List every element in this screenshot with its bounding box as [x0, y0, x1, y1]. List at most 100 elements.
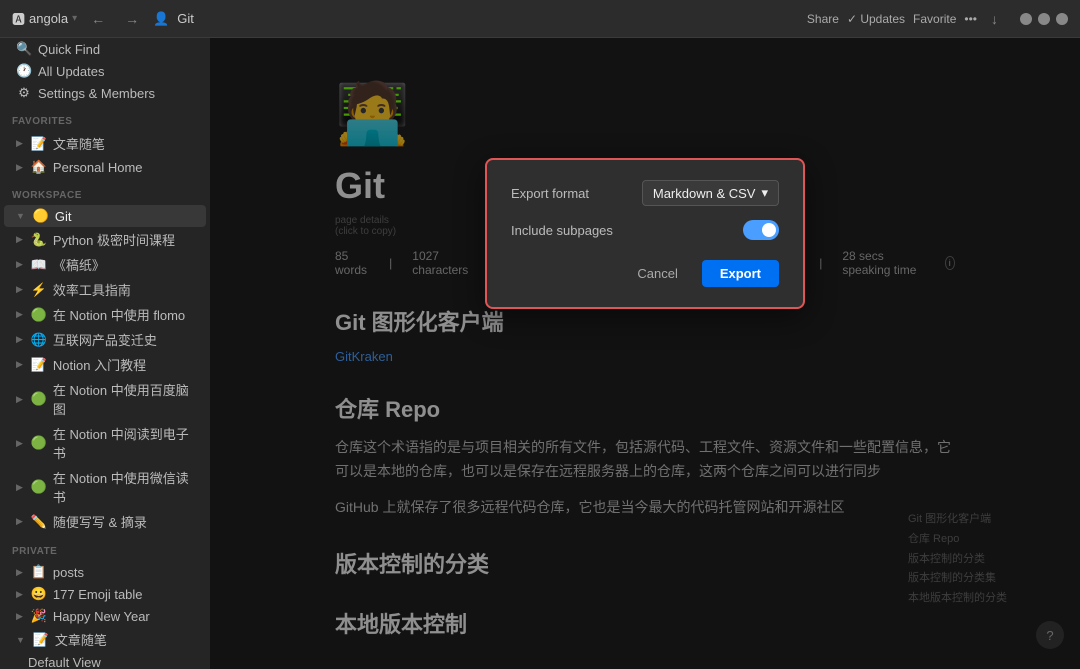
- sidebar-item-emoji[interactable]: ▶ 😀 177 Emoji table: [4, 583, 206, 605]
- favorite-button[interactable]: Favorite: [913, 12, 956, 26]
- favorites-section-label: FAVORITES: [0, 104, 210, 131]
- include-subpages-toggle[interactable]: [743, 220, 779, 240]
- search-icon: 🔍: [16, 41, 32, 57]
- sidebar-item-all-updates[interactable]: 🕐 All Updates: [4, 60, 206, 82]
- quick-find-label: Quick Find: [38, 42, 100, 57]
- arrow-icon: ▶: [16, 284, 23, 295]
- priv-item-1-label: 177 Emoji table: [53, 587, 143, 602]
- chevron-icon: ▾: [72, 13, 77, 24]
- dialog-actions: Cancel Export: [511, 260, 779, 287]
- user-menu[interactable]: 🅰 angola ▾: [12, 9, 77, 28]
- chevron-down-icon: ▾: [761, 185, 768, 201]
- sidebar-item-ebook[interactable]: ▶ 🟢 在 Notion 中阅读到电子书: [4, 421, 206, 465]
- export-button[interactable]: Export: [702, 260, 779, 287]
- sidebar-item-gaosu[interactable]: ▶ 📖 《稿纸》: [4, 252, 206, 277]
- arrow-icon: ▶: [16, 162, 23, 173]
- settings-label: Settings & Members: [38, 86, 155, 101]
- close-button[interactable]: [1056, 13, 1068, 25]
- ws-item-8-label: 在 Notion 中阅读到电子书: [53, 424, 194, 462]
- settings-icon: ⚙: [16, 85, 32, 101]
- arrow-icon: ▶: [16, 359, 23, 370]
- arrow-icon: ▶: [16, 482, 23, 493]
- sidebar-item-wechat-read[interactable]: ▶ 🟢 在 Notion 中使用微信读书: [4, 465, 206, 509]
- arrow-icon: ▶: [16, 589, 23, 600]
- forward-button[interactable]: →: [119, 9, 145, 29]
- content-area: 🧑‍💻 Git page details (click to copy) 85 …: [210, 38, 1080, 669]
- export-dialog: Export format Markdown & CSV ▾ Include s…: [485, 158, 805, 309]
- fav-item-0-label: 文章随笔: [53, 134, 105, 153]
- web-icon: 🌐: [31, 332, 47, 348]
- sidebar-item-python[interactable]: ▶ 🐍 Python 极密时间课程: [4, 227, 206, 252]
- sub-item-0-label: Default View: [28, 655, 101, 669]
- notion2-icon: 🟢: [31, 391, 47, 407]
- ws-item-10-label: 随便写写 & 摘录: [53, 512, 147, 531]
- user-avatar: 🅰: [12, 9, 25, 28]
- sidebar-item-personal-home-fav[interactable]: ▶ 🏠 Personal Home: [4, 156, 206, 178]
- arrow-down-icon: ▼: [16, 635, 25, 645]
- arrow-icon: ▶: [16, 611, 23, 622]
- arrow-icon: ▶: [16, 516, 23, 527]
- back-button[interactable]: ←: [85, 9, 111, 29]
- ws-item-6-label: Notion 入门教程: [53, 355, 146, 374]
- app-body: 🔍 Quick Find 🕐 All Updates ⚙ Settings & …: [0, 38, 1080, 669]
- arrow-icon: ▶: [16, 259, 23, 270]
- notion3-icon: 🟢: [31, 435, 47, 451]
- pencil-icon: ✏️: [31, 514, 47, 530]
- sidebar-item-wenzuibi-priv[interactable]: ▼ 📝 文章随笔: [4, 627, 206, 652]
- sidebar: 🔍 Quick Find 🕐 All Updates ⚙ Settings & …: [0, 38, 210, 669]
- ws-item-7-label: 在 Notion 中使用百度脑图: [53, 380, 194, 418]
- sidebar-item-wenzuibi[interactable]: ▶ 📝 文章随笔: [4, 131, 206, 156]
- sidebar-item-notion-tutorial[interactable]: ▶ 📝 Notion 入门教程: [4, 352, 206, 377]
- sidebar-item-posts[interactable]: ▶ 📋 posts: [4, 561, 206, 583]
- arrow-icon: ▶: [16, 334, 23, 345]
- user-name: angola: [29, 11, 68, 26]
- download-button[interactable]: ↓: [985, 9, 1004, 29]
- sidebar-item-tools[interactable]: ▶ ⚡ 效率工具指南: [4, 277, 206, 302]
- arrow-icon: ▶: [16, 309, 23, 320]
- maximize-button[interactable]: [1038, 13, 1050, 25]
- doc2-icon: 📝: [31, 357, 47, 373]
- updates-button[interactable]: ✓ Updates: [847, 12, 905, 26]
- export-format-select[interactable]: Markdown & CSV ▾: [642, 180, 779, 206]
- export-format-row: Export format Markdown & CSV ▾: [511, 180, 779, 206]
- book-icon: 📖: [31, 257, 47, 273]
- sidebar-item-settings[interactable]: ⚙ Settings & Members: [4, 82, 206, 104]
- titlebar-right: Share ✓ Updates Favorite ••• ↓: [807, 9, 1068, 29]
- python-icon: 🐍: [31, 232, 47, 248]
- breadcrumb: Git: [177, 11, 194, 26]
- sidebar-item-quick-find[interactable]: 🔍 Quick Find: [4, 38, 206, 60]
- ws-item-0-label: Git: [55, 209, 72, 224]
- all-updates-label: All Updates: [38, 64, 104, 79]
- sidebar-sub-default-view[interactable]: Default View: [4, 652, 206, 669]
- party-icon: 🎉: [31, 608, 47, 624]
- share-button[interactable]: Share: [807, 12, 839, 26]
- sidebar-item-happy-new-year[interactable]: ▶ 🎉 Happy New Year: [4, 605, 206, 627]
- sidebar-item-baidu-mind[interactable]: ▶ 🟢 在 Notion 中使用百度脑图: [4, 377, 206, 421]
- priv-item-0-label: posts: [53, 565, 84, 580]
- arrow-icon: ▶: [16, 567, 23, 578]
- export-format-label: Export format: [511, 186, 589, 201]
- sidebar-item-write[interactable]: ▶ ✏️ 随便写写 & 摘录: [4, 509, 206, 534]
- ws-item-1-label: Python 极密时间课程: [53, 230, 175, 249]
- include-subpages-row: Include subpages: [511, 220, 779, 240]
- sidebar-item-flomo[interactable]: ▶ 🟢 在 Notion 中使用 flomo: [4, 302, 206, 327]
- arrow-icon: ▶: [16, 438, 23, 449]
- window-controls: [1020, 13, 1068, 25]
- posts-icon: 📋: [31, 564, 47, 580]
- minimize-button[interactable]: [1020, 13, 1032, 25]
- clock-icon: 🕐: [16, 63, 32, 79]
- cancel-button[interactable]: Cancel: [623, 260, 691, 287]
- sidebar-item-git[interactable]: ▼ 🟡 Git: [4, 205, 206, 227]
- arrow-icon: ▶: [16, 234, 23, 245]
- ws-item-4-label: 在 Notion 中使用 flomo: [53, 305, 185, 324]
- export-format-value: Markdown & CSV: [653, 186, 756, 201]
- more-button[interactable]: •••: [964, 12, 977, 26]
- tool-icon: ⚡: [31, 282, 47, 298]
- export-overlay: Export format Markdown & CSV ▾ Include s…: [210, 38, 1080, 669]
- sidebar-item-internet[interactable]: ▶ 🌐 互联网产品变迁史: [4, 327, 206, 352]
- arrow-icon: ▶: [16, 394, 23, 405]
- doc3-icon: 📝: [33, 632, 49, 648]
- ws-item-9-label: 在 Notion 中使用微信读书: [53, 468, 194, 506]
- ws-item-3-label: 效率工具指南: [53, 280, 131, 299]
- titlebar-left: 🅰 angola ▾ ← → 👤 Git: [12, 9, 194, 29]
